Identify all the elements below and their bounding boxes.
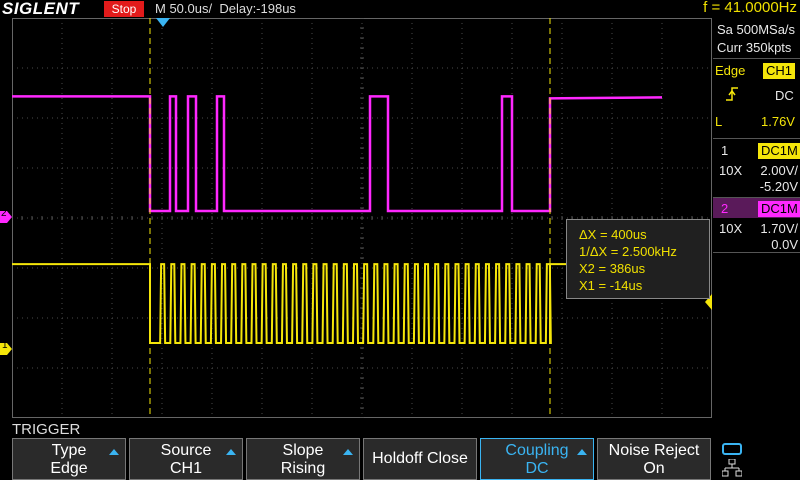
frequency-readout: f = 41.0000Hz xyxy=(703,0,797,16)
run-state-badge[interactable]: Stop xyxy=(104,1,144,17)
chevron-up-icon xyxy=(109,449,119,455)
brand-logo: SIGLENT xyxy=(2,0,80,18)
ch2-info-block[interactable]: 2 DC1M 10X 1.70V/ 0.0V xyxy=(713,198,800,252)
trigger-level-mark: L xyxy=(715,114,723,129)
softkey-value: CH1 xyxy=(169,460,202,477)
softkey-value: Rising xyxy=(280,460,326,477)
softkey-label: Holdoff Close xyxy=(372,450,468,467)
chevron-up-icon xyxy=(226,449,236,455)
timebase-readout[interactable]: M 50.0us/ Delay:-198us xyxy=(155,1,296,16)
softkey-type[interactable]: Type Edge xyxy=(12,438,126,480)
ch1-number: 1 xyxy=(721,143,729,158)
cursor-measurement-panel: ΔX = 400us 1/ΔX = 2.500kHz X2 = 386us X1… xyxy=(566,219,710,299)
sample-rate: Sa 500MSa/s xyxy=(717,22,796,37)
ch1-offset: -5.20V xyxy=(759,179,798,194)
trigger-coupling: DC xyxy=(775,88,794,103)
ch2-coupling-badge: DC1M xyxy=(758,201,800,217)
ch2-number: 2 xyxy=(721,201,729,216)
trigger-type: Edge xyxy=(715,63,746,78)
ch1-marker-label: 1 xyxy=(2,340,8,351)
softkey-source[interactable]: Source CH1 xyxy=(129,438,243,480)
divider xyxy=(713,252,800,253)
x2-readout: X2 = 386us xyxy=(579,261,646,276)
softkey-noise-reject[interactable]: Noise Reject On xyxy=(597,438,711,480)
softkey-coupling[interactable]: Coupling DC xyxy=(480,438,594,480)
softkey-value: Edge xyxy=(50,460,88,477)
right-info-panel: Sa 500MSa/s Curr 350kpts Edge CH1 DC L 1… xyxy=(713,18,800,436)
softkey-slope[interactable]: Slope Rising xyxy=(246,438,360,480)
softkey-label: Noise Reject xyxy=(608,442,700,459)
ch2-probe: 10X xyxy=(719,221,743,236)
ch2-ground-marker[interactable]: 2 xyxy=(0,208,12,223)
delay-value: Delay:-198us xyxy=(219,1,296,16)
ch1-scale: 2.00V/ xyxy=(760,163,798,178)
chevron-up-icon xyxy=(343,449,353,455)
trigger-level: 1.76V xyxy=(761,114,795,129)
memory-depth: Curr 350kpts xyxy=(717,40,792,55)
timebase-value: M 50.0us/ xyxy=(155,1,213,16)
status-bar: SIGLENT Stop M 50.0us/ Delay:-198us f = … xyxy=(0,0,800,18)
chevron-up-icon xyxy=(577,449,587,455)
ch1-ground-marker[interactable]: 1 xyxy=(0,340,12,355)
network-icon xyxy=(722,459,742,477)
inverse-delta-x-readout: 1/ΔX = 2.500kHz xyxy=(579,244,677,259)
softkey-value: DC xyxy=(525,460,549,477)
ch1-coupling-badge: DC1M xyxy=(758,143,800,159)
rising-edge-icon xyxy=(726,87,738,101)
ch1-probe: 10X xyxy=(719,163,743,178)
x1-readout: X1 = -14us xyxy=(579,278,643,293)
ch2-scale: 1.70V/ xyxy=(760,221,798,236)
trigger-source-badge: CH1 xyxy=(763,63,796,79)
softkey-holdoff[interactable]: Holdoff Close xyxy=(363,438,477,480)
ch2-offset: 0.0V xyxy=(771,237,798,252)
ch2-marker-label: 2 xyxy=(1,208,7,219)
usb-icon xyxy=(722,443,742,455)
trigger-info-block[interactable]: Edge CH1 DC L 1.76V xyxy=(713,59,800,137)
softkey-value: On xyxy=(643,460,665,477)
waveform-display[interactable] xyxy=(12,18,712,418)
menu-title: TRIGGER xyxy=(12,421,81,438)
delta-x-readout: ΔX = 400us xyxy=(579,227,647,242)
ch1-info-block[interactable]: 1 DC1M 10X 2.00V/ -5.20V xyxy=(713,139,800,197)
